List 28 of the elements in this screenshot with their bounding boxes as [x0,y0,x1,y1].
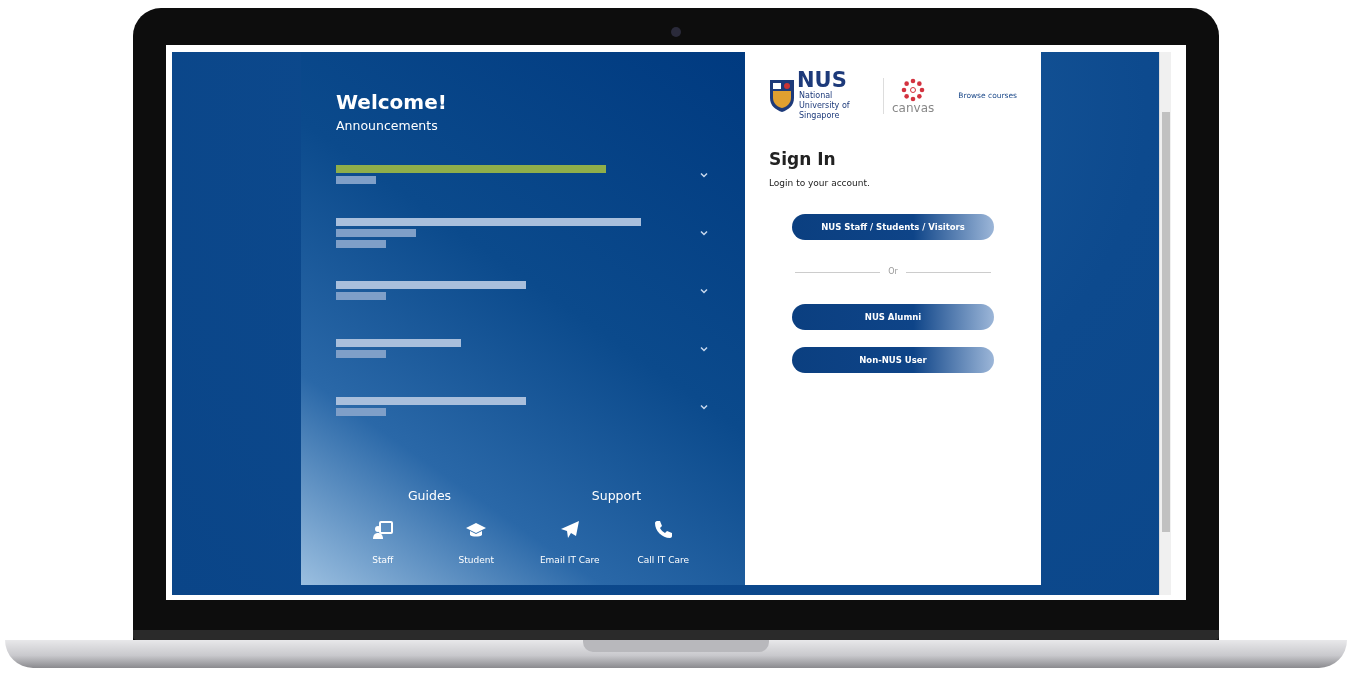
chevron-icon[interactable] [700,228,708,237]
scrollbar[interactable] [1159,52,1171,595]
login-option-button[interactable]: NUS Staff / Students / Visitors [792,214,994,240]
section-heading: Guides [407,486,452,505]
sign-in-heading: Sign In [769,148,837,171]
section-heading: Support [591,486,642,505]
presenter-icon [372,519,393,540]
chevron-icon[interactable] [700,170,708,179]
camera-icon [671,27,681,37]
sign-in-subtitle: Login to your account. [769,176,871,190]
chevron-icon[interactable] [700,286,708,295]
partner-wordmark: canvas [892,101,935,114]
crest-icon [769,78,795,113]
quick-link[interactable]: Email IT Care [523,519,617,567]
login-option-button[interactable]: NUS Alumni [792,304,994,330]
logo-subtitle: National University of Singapore [799,91,851,121]
phone-icon [653,519,674,540]
announcements-heading: Announcements [336,117,439,135]
welcome-heading: Welcome! [336,90,448,115]
divider-label: Or [888,266,898,278]
chevron-icon[interactable] [700,402,708,411]
quick-link[interactable]: Call IT Care [616,519,710,567]
logo-wordmark: NUS [797,70,848,91]
login-option-button[interactable]: Non-NUS User [792,347,994,373]
paper-plane-icon [559,519,580,540]
chevron-icon[interactable] [700,344,708,353]
dotted-ring-icon [901,77,926,102]
quick-link[interactable]: Student [429,519,523,567]
